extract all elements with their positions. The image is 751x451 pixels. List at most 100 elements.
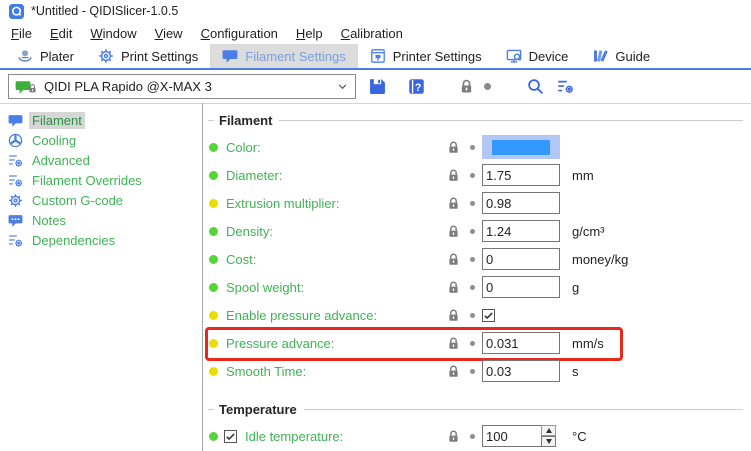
- setting-label: Color:: [226, 140, 261, 155]
- row-density: Density:g/cm³: [208, 217, 743, 245]
- tab-guide[interactable]: Guide: [580, 44, 662, 68]
- preset-combobox[interactable]: QIDI PLA Rapido @X-MAX 3: [8, 74, 356, 99]
- color-picker-button[interactable]: [482, 135, 560, 159]
- sidebar-item-notes[interactable]: Notes: [0, 210, 202, 230]
- sidebar-item-filament[interactable]: Filament: [0, 110, 202, 130]
- section-title: Filament: [208, 111, 743, 129]
- modified-dot: [463, 313, 482, 318]
- lock-icon[interactable]: [446, 196, 463, 211]
- svg-text:?: ?: [415, 82, 421, 94]
- section-rows: Idle temperature:°C: [208, 418, 743, 450]
- tab-plater[interactable]: Plater: [5, 44, 86, 68]
- lock-icon[interactable]: [446, 252, 463, 267]
- modified-dot-shape: [470, 434, 475, 439]
- tab-printer-settings[interactable]: Printer Settings: [358, 44, 494, 68]
- tab-filament-settings[interactable]: Filament Settings: [210, 44, 357, 68]
- menu-help[interactable]: Help: [287, 24, 332, 43]
- modified-dot-shape: [470, 173, 475, 178]
- tab-label: Guide: [615, 49, 650, 64]
- color-swatch: [492, 140, 550, 155]
- unit-label: g/cm³: [572, 224, 605, 239]
- lock-icon[interactable]: [446, 336, 463, 351]
- menu-view[interactable]: View: [146, 24, 192, 43]
- lock-icon[interactable]: [446, 308, 463, 323]
- settings-sidebar: Filament CoolingAdvanced Filament Override…: [0, 103, 203, 451]
- sidebar-item-label: Filament Overrides: [29, 172, 145, 189]
- sidebar-item-label: Cooling: [29, 132, 79, 149]
- menu-file[interactable]: File: [2, 24, 41, 43]
- menu-edit[interactable]: Edit: [41, 24, 81, 43]
- menu-window[interactable]: Window: [81, 24, 145, 43]
- sidebar-item-cooling[interactable]: Cooling: [0, 130, 202, 150]
- modified-dot-shape: [470, 313, 475, 318]
- checkbox[interactable]: [482, 309, 495, 322]
- setting-label: Enable pressure advance:: [226, 308, 377, 323]
- modified-dot: [463, 434, 482, 439]
- setting-label: Extrusion multiplier:: [226, 196, 339, 211]
- unit-label: mm/s: [572, 336, 604, 351]
- value-input[interactable]: [482, 276, 560, 298]
- section-filament: FilamentColor:Diameter:mmExtrusion multi…: [208, 111, 743, 385]
- value-input[interactable]: [482, 164, 560, 186]
- spinner-buttons: [541, 425, 556, 447]
- green-dot-indicator: [209, 432, 218, 441]
- menu-configuration[interactable]: Configuration: [192, 24, 287, 43]
- value-input[interactable]: [482, 248, 560, 270]
- lock-icon[interactable]: [446, 168, 463, 183]
- tab-device[interactable]: Device: [494, 44, 581, 68]
- setting-control: [482, 135, 568, 159]
- gear-icon: [7, 193, 23, 208]
- modified-dot: [463, 229, 482, 234]
- help-button[interactable]: ?: [408, 78, 425, 95]
- row-smooth-time: Smooth Time:s: [208, 357, 743, 385]
- options-button[interactable]: [557, 78, 574, 95]
- section-title: Temperature: [208, 400, 743, 418]
- setting-control: [482, 164, 568, 186]
- row-idle-temperature: Idle temperature:°C: [208, 422, 743, 450]
- checkbox[interactable]: [224, 430, 237, 443]
- list-gear-icon: [7, 173, 23, 188]
- value-input[interactable]: [482, 360, 560, 382]
- green-dot-indicator: [209, 227, 218, 236]
- lock-icon[interactable]: [446, 280, 463, 295]
- lock-icon[interactable]: [446, 429, 463, 444]
- value-input[interactable]: [482, 220, 560, 242]
- modified-dot-shape: [470, 257, 475, 262]
- tab-print-settings[interactable]: Print Settings: [86, 44, 210, 68]
- spin-up-button[interactable]: [541, 425, 556, 436]
- sidebar-item-dependencies[interactable]: Dependencies: [0, 230, 202, 250]
- up-arrow-icon: [546, 428, 552, 433]
- row-label-area: Enable pressure advance:: [208, 308, 446, 323]
- sidebar-item-filament-overrides[interactable]: Filament Overrides: [0, 170, 202, 190]
- tab-label: Plater: [40, 49, 74, 64]
- lock-icon[interactable]: [446, 224, 463, 239]
- value-input[interactable]: [482, 332, 560, 354]
- menu-calibration[interactable]: Calibration: [332, 24, 412, 43]
- modified-dot-shape: [470, 341, 475, 346]
- row-label-area: Cost:: [208, 252, 446, 267]
- spin-down-button[interactable]: [541, 436, 556, 447]
- value-input[interactable]: [482, 425, 541, 447]
- modified-dot: [463, 369, 482, 374]
- lock-icon[interactable]: [446, 140, 463, 155]
- save-preset-button[interactable]: [369, 78, 386, 95]
- modified-dot: [463, 201, 482, 206]
- search-button[interactable]: [527, 78, 544, 95]
- sidebar-item-custom-g-code[interactable]: Custom G-code: [0, 190, 202, 210]
- sidebar-item-advanced[interactable]: Advanced: [0, 150, 202, 170]
- value-input[interactable]: [482, 192, 560, 214]
- chevron-down-icon[interactable]: [336, 80, 349, 93]
- lock-icon[interactable]: [446, 364, 463, 379]
- title-bar: *Untitled - QIDISlicer-1.0.5: [0, 0, 751, 22]
- row-enable-pressure-advance: Enable pressure advance:: [208, 301, 743, 329]
- setting-control: [482, 360, 568, 382]
- row-color: Color:: [208, 133, 743, 161]
- tab-bar: Plater Print SettingsFilament SettingsPri…: [0, 44, 751, 70]
- settings-panel: FilamentColor:Diameter:mmExtrusion multi…: [203, 103, 751, 451]
- lock-all-button[interactable]: [458, 78, 475, 95]
- setting-control: [482, 220, 568, 242]
- lock-icon: [31, 79, 38, 94]
- setting-label: Smooth Time:: [226, 364, 306, 379]
- unit-label: g: [572, 280, 579, 295]
- green-dot-indicator: [209, 171, 218, 180]
